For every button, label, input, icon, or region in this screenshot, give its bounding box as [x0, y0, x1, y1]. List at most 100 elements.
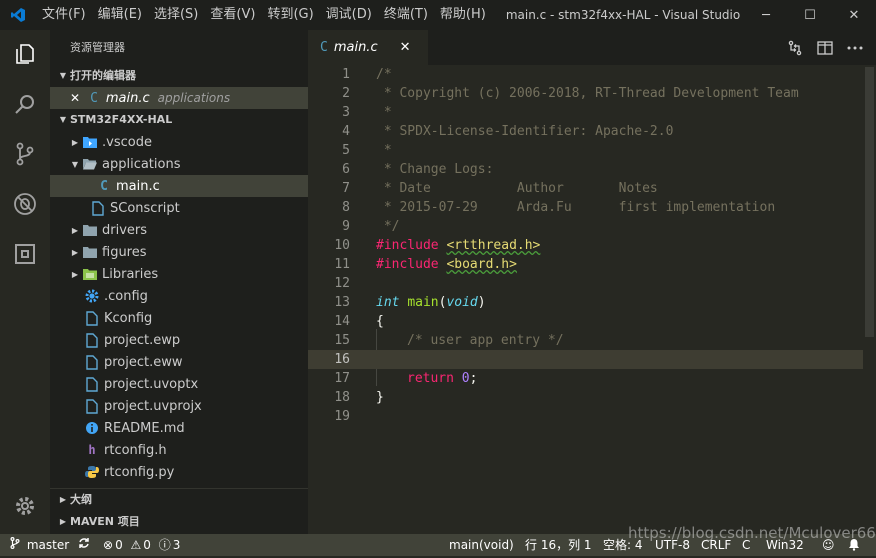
menu-help[interactable]: 帮助(H)	[434, 0, 492, 30]
tree-item-label: rtconfig.py	[104, 464, 175, 480]
tree-item-label: project.eww	[104, 354, 183, 370]
code-line[interactable]: 6 * Change Logs:	[308, 160, 863, 179]
problems-status[interactable]: ⊗ 0 ⚠ 0 ⓘ 3	[103, 534, 180, 556]
source-control-icon[interactable]	[0, 130, 50, 178]
watermark-text: https://blog.csdn.net/Mculover666	[628, 524, 876, 542]
search-icon[interactable]	[0, 80, 50, 128]
line-number: 7	[342, 181, 350, 196]
tree-item-libraries[interactable]: ▶ Libraries	[50, 263, 308, 285]
menu-debug[interactable]: 调试(D)	[320, 0, 378, 30]
error-count: 0	[115, 538, 123, 552]
tree-item-main-c[interactable]: C main.c	[50, 175, 308, 197]
tree-item-drivers[interactable]: ▶ drivers	[50, 219, 308, 241]
line-number: 18	[334, 390, 350, 405]
extensions-icon[interactable]	[0, 230, 50, 278]
tree-item-applications[interactable]: ▼ applications	[50, 153, 308, 175]
line-number: 11	[334, 257, 350, 272]
menu-terminal[interactable]: 终端(T)	[378, 0, 434, 30]
close-window-button[interactable]: ✕	[832, 0, 876, 30]
code-line[interactable]: 17 return 0;	[308, 369, 863, 388]
code-line[interactable]: 7 * Date Author Notes	[308, 179, 863, 198]
current-line[interactable]: 16	[308, 350, 863, 369]
tab-label: main.c	[333, 40, 378, 55]
branch-status[interactable]: master	[10, 534, 69, 556]
code-line[interactable]: 15 /* user app entry */	[308, 331, 863, 350]
code-line[interactable]: 2 * Copyright (c) 2006-2018, RT-Thread D…	[308, 84, 863, 103]
menu-edit[interactable]: 编辑(E)	[92, 0, 148, 30]
tree-item-rtconfig-h[interactable]: h rtconfig.h	[50, 439, 308, 461]
code-line[interactable]: 19	[308, 407, 863, 426]
code-line[interactable]: 18}	[308, 388, 863, 407]
code-line[interactable]: 3 *	[308, 103, 863, 122]
sync-icon[interactable]	[78, 534, 90, 556]
close-icon[interactable]: ✕	[70, 91, 80, 105]
menu-view[interactable]: 查看(V)	[204, 0, 261, 30]
code-text: }	[376, 390, 384, 405]
line-number: 15	[334, 333, 350, 348]
code-line[interactable]: 8 * 2015-07-29 Arda.Fu first implementat…	[308, 198, 863, 217]
maximize-button[interactable]: ☐	[788, 0, 832, 30]
vscode-logo-icon	[0, 0, 36, 30]
library-folder-icon	[82, 266, 98, 282]
tree-item-kconfig[interactable]: Kconfig	[50, 307, 308, 329]
tree-item-sconscript[interactable]: SConscript	[50, 197, 308, 219]
open-editor-item[interactable]: ✕ C main.c applications	[50, 87, 308, 109]
chevron-down-icon: ▼	[71, 159, 79, 169]
tree-item-project-ewp[interactable]: project.ewp	[50, 329, 308, 351]
scrollbar-thumb[interactable]	[865, 67, 874, 337]
code-line[interactable]: 1 /*	[308, 65, 863, 84]
line-number: 3	[342, 105, 350, 120]
tree-item-rtconfig-py[interactable]: rtconfig.py	[50, 461, 308, 483]
menu-go[interactable]: 转到(G)	[261, 0, 319, 30]
paren-close: )	[477, 295, 486, 310]
file-icon	[84, 398, 100, 414]
line-number: 5	[342, 143, 350, 158]
maven-label: MAVEN 项目	[70, 515, 140, 528]
tree-item-label: SConscript	[110, 200, 180, 216]
line-number: 14	[334, 314, 350, 329]
menu-file[interactable]: 文件(F)	[36, 0, 92, 30]
code-text: /* user app entry */	[407, 333, 564, 348]
code-text: * 2015-07-29 Arda.Fu first implementatio…	[376, 200, 776, 215]
tab-main-c[interactable]: C main.c ✕	[308, 30, 428, 65]
project-header[interactable]: ▼ STM32F4XX-HAL	[50, 109, 308, 131]
line-number: 19	[334, 409, 350, 424]
explorer-icon[interactable]	[0, 30, 50, 78]
code-line[interactable]: 12	[308, 274, 863, 293]
maven-header[interactable]: ▶ MAVEN 项目	[50, 511, 308, 533]
cursor-position[interactable]: 行 16，列 1	[525, 534, 592, 556]
include-path: <rtthread.h>	[446, 238, 541, 253]
tree-item-label: project.uvoptx	[104, 376, 199, 392]
code-line[interactable]: 4 * SPDX-License-Identifier: Apache-2.0	[308, 122, 863, 141]
open-changes-icon[interactable]	[780, 30, 810, 65]
code-line[interactable]: 13 int main(void)	[308, 293, 863, 312]
tree-item-project-uvprojx[interactable]: project.uvprojx	[50, 395, 308, 417]
outline-header[interactable]: ▶ 大纲	[50, 488, 308, 511]
line-number: 13	[334, 295, 350, 310]
code-line[interactable]: 11 #include <board.h>	[308, 255, 863, 274]
code-line[interactable]: 14 {	[308, 312, 863, 331]
tree-item-project-uvoptx[interactable]: project.uvoptx	[50, 373, 308, 395]
tree-item-vscode[interactable]: ▶ .vscode	[50, 131, 308, 153]
code-line[interactable]: 5 *	[308, 141, 863, 160]
split-editor-icon[interactable]	[810, 30, 840, 65]
close-icon[interactable]: ✕	[400, 40, 411, 55]
c-file-icon: C	[90, 90, 98, 106]
warning-icon: ⚠	[130, 538, 142, 552]
code-editor[interactable]: 1 /* 2 * Copyright (c) 2006-2018, RT-Thre…	[308, 65, 876, 534]
editor-scrollbar[interactable]	[863, 65, 876, 534]
debug-icon[interactable]	[0, 180, 50, 228]
tree-item-readme[interactable]: README.md	[50, 417, 308, 439]
minimize-button[interactable]: ─	[744, 0, 788, 30]
code-text: {	[376, 314, 384, 329]
open-editors-header[interactable]: ▼ 打开的编辑器	[50, 65, 308, 87]
code-line[interactable]: 9 */	[308, 217, 863, 236]
tree-item-figures[interactable]: ▶ figures	[50, 241, 308, 263]
tree-item-config[interactable]: .config	[50, 285, 308, 307]
more-actions-icon[interactable]	[840, 30, 870, 65]
code-line[interactable]: 10 #include <rtthread.h>	[308, 236, 863, 255]
current-function[interactable]: main(void)	[449, 534, 514, 556]
settings-gear-icon[interactable]	[0, 482, 50, 530]
menu-selection[interactable]: 选择(S)	[148, 0, 204, 30]
tree-item-project-eww[interactable]: project.eww	[50, 351, 308, 373]
